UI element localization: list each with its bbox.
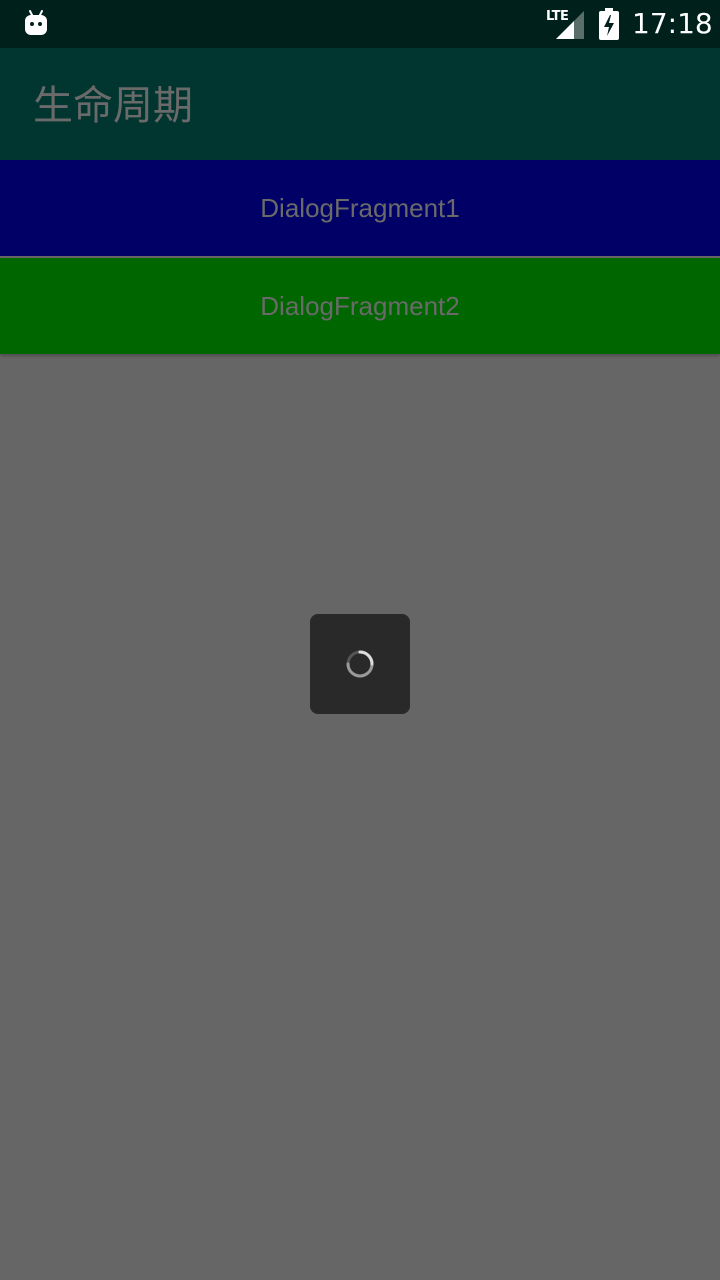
dialog-fragment-2-button[interactable]: DialogFragment2 (0, 258, 720, 354)
progress-dialog (310, 614, 410, 714)
dialog-fragment-1-button[interactable]: DialogFragment1 (0, 160, 720, 256)
battery-charging-icon (599, 8, 619, 40)
status-bar: LTE 17:18 (0, 0, 720, 48)
network-type-label: LTE (546, 9, 569, 24)
page-title: 生命周期 (33, 83, 193, 129)
status-time: 17:18 (632, 7, 713, 40)
android-debug-icon (25, 10, 47, 35)
network-indicator: LTE (546, 9, 586, 39)
loading-spinner-icon (346, 650, 374, 678)
